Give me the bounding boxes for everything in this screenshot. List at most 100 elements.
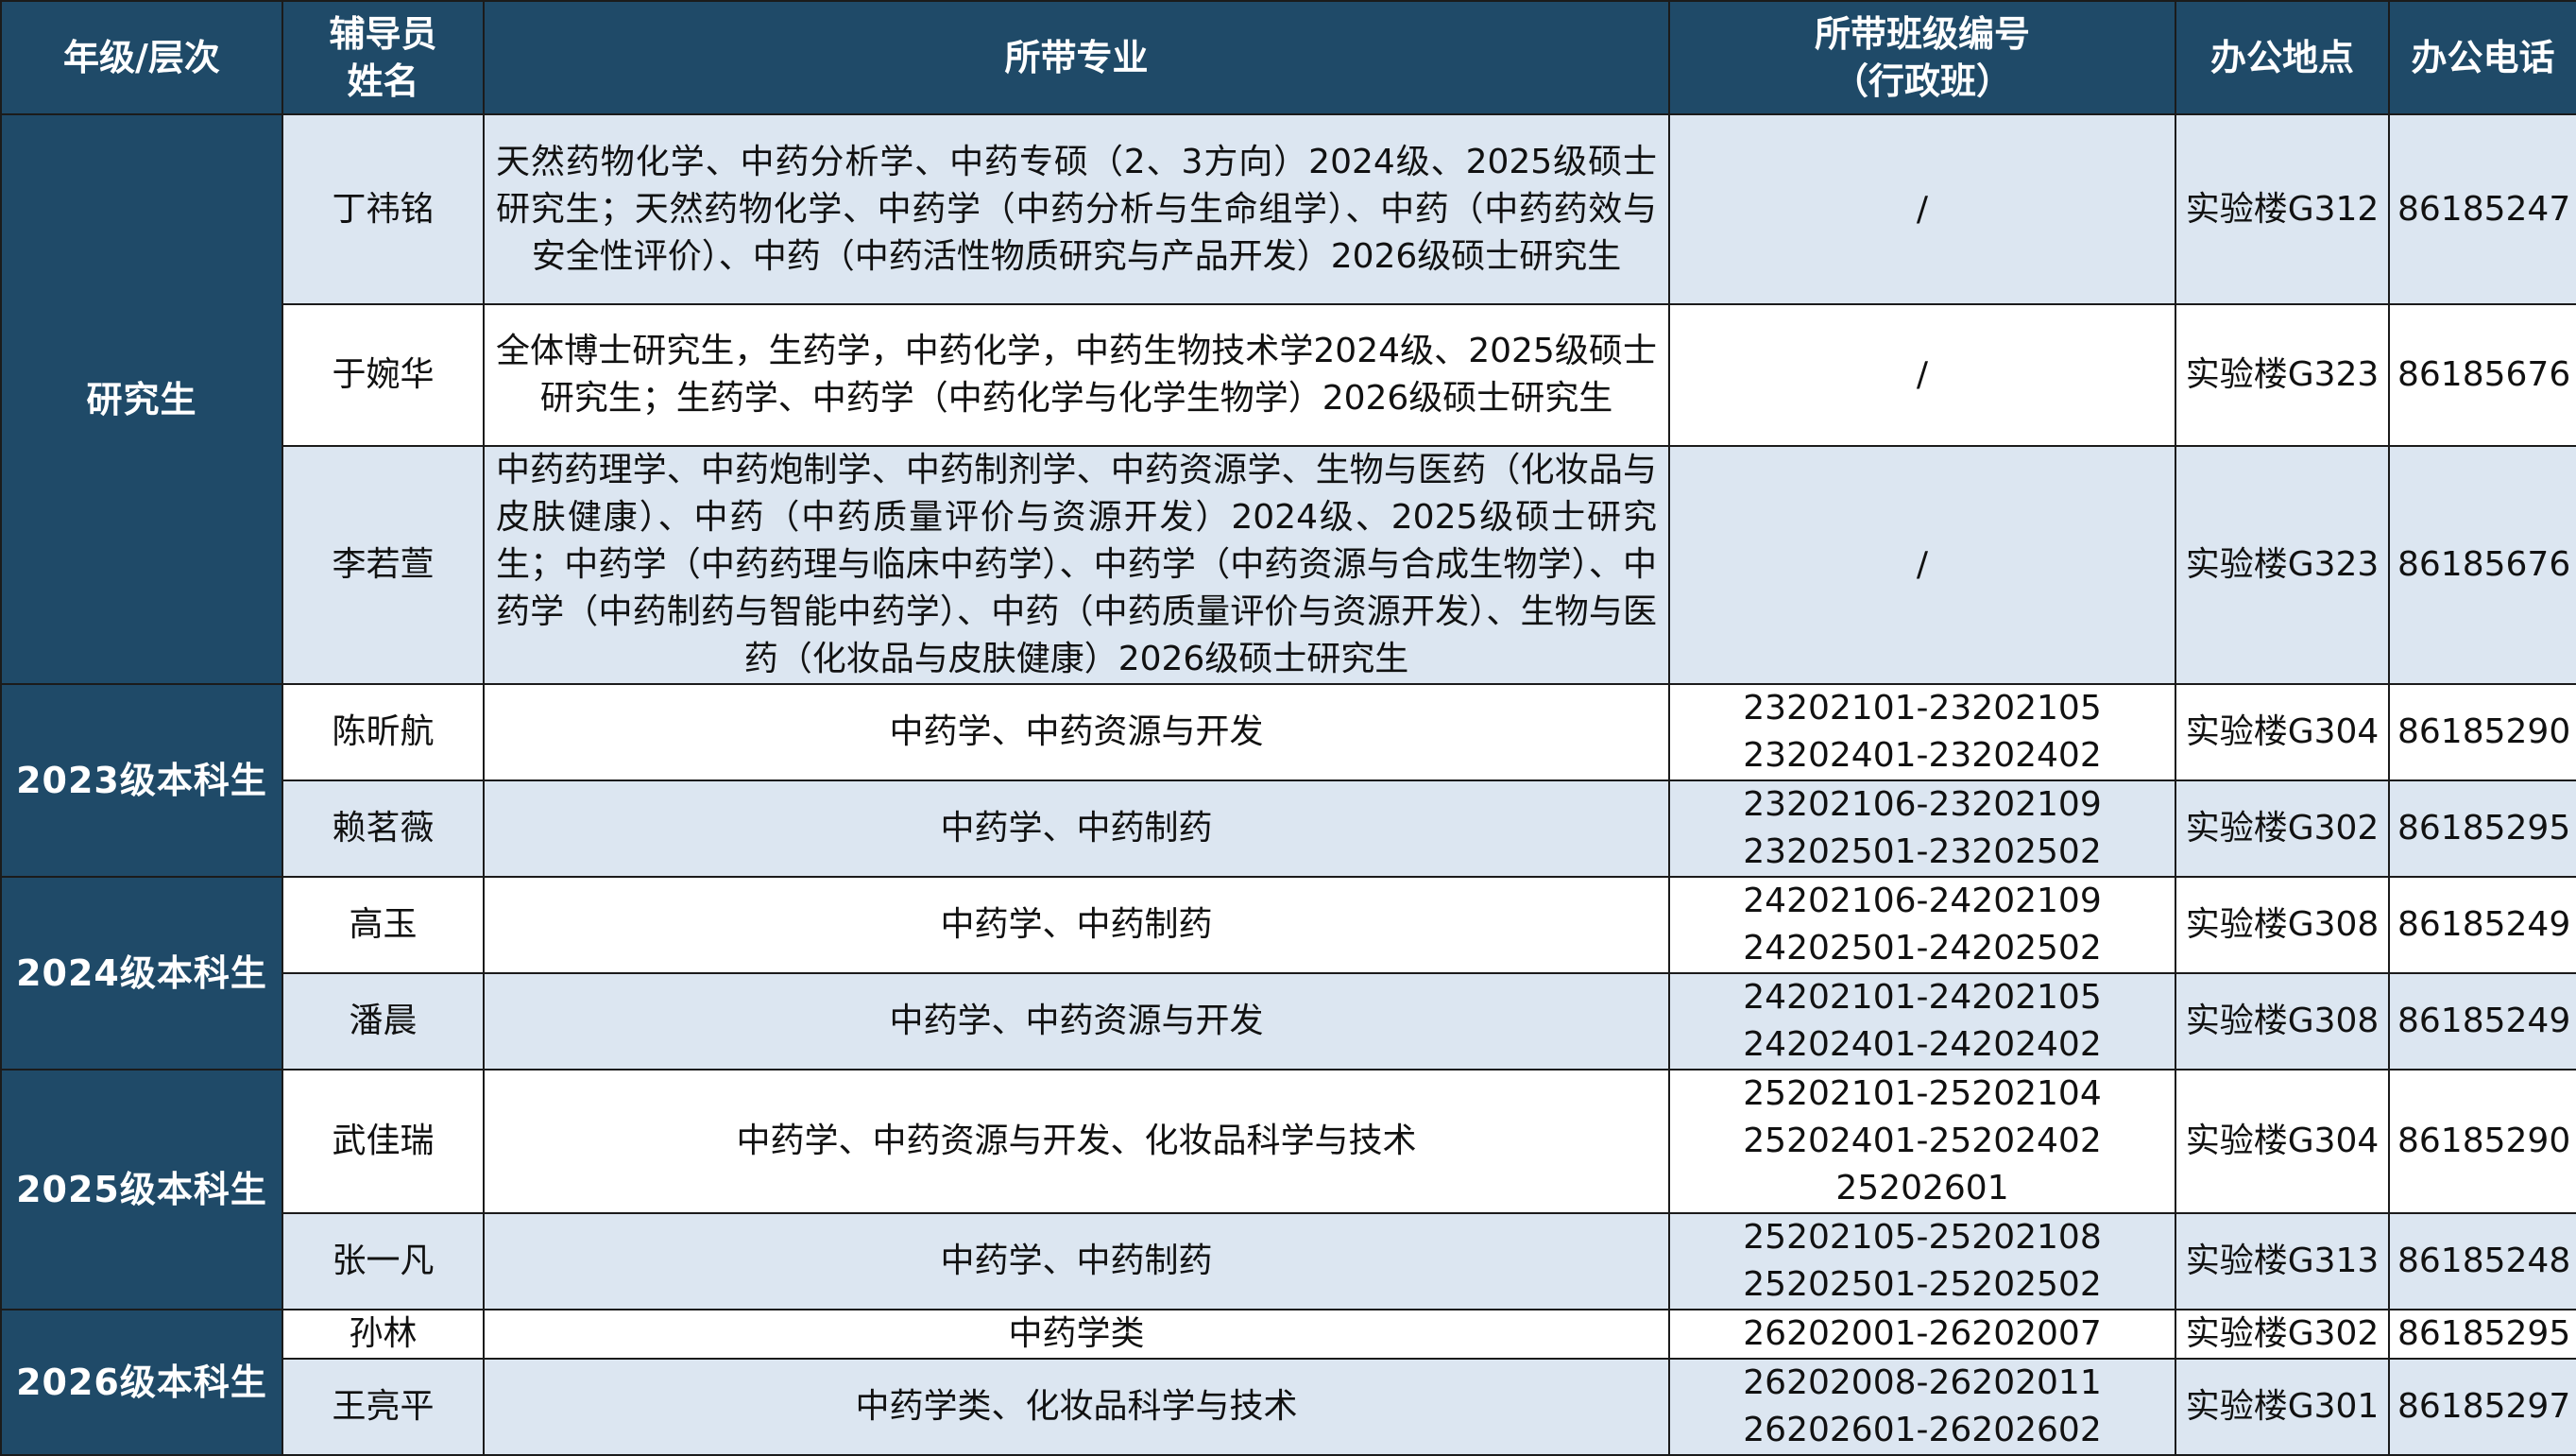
counselor-name: 潘晨 <box>281 972 485 1071</box>
office-cell: 实验楼G312 <box>2175 113 2390 305</box>
table-row: 2023级本科生 陈昕航 中药学、中药资源与开发 23202101-232021… <box>0 683 2576 878</box>
class-range: 23202501-23202502 <box>1743 832 2102 871</box>
office-cell: 实验楼G304 <box>2175 1069 2390 1214</box>
table-row: 王亮平 中药学类、化妆品科学与技术 26202008-26202011 2620… <box>1 1358 2576 1456</box>
table-row: 2024级本科生 高玉 中药学、中药制药 24202106-24202109 2… <box>0 876 2576 1071</box>
header-class: 所带班级编号 （行政班） <box>1668 0 2176 115</box>
phone-cell: 86185290 <box>2388 683 2576 781</box>
office-cell: 实验楼G302 <box>2175 779 2390 878</box>
phone-cell: 86185676 <box>2388 303 2576 447</box>
counselor-name: 高玉 <box>281 876 485 974</box>
phone-cell: 86185290 <box>2388 1069 2576 1214</box>
header-name-line2: 姓名 <box>347 60 419 102</box>
level-cell: 2025级本科生 <box>0 1069 283 1310</box>
header-class-line1: 所带班级编号 <box>1814 13 2030 55</box>
class-range: 24202101-24202105 <box>1743 978 2102 1017</box>
counselor-name: 李若萱 <box>281 445 485 685</box>
header-level: 年级/层次 <box>0 0 283 115</box>
class-range: 25202401-25202402 <box>1743 1122 2102 1160</box>
class-cell: 24202101-24202105 24202401-24202402 <box>1668 972 2176 1071</box>
class-range: 23202106-23202109 <box>1743 785 2102 824</box>
counselor-name: 孙林 <box>281 1309 485 1360</box>
class-range: 25202601 <box>1835 1169 2009 1208</box>
class-range: 26202001-26202007 <box>1743 1314 2102 1353</box>
phone-cell: 86185248 <box>2388 1212 2576 1310</box>
counselor-name: 张一凡 <box>281 1212 485 1310</box>
header-class-line2: （行政班） <box>1832 60 2012 102</box>
table-row: 张一凡 中药学、中药制药 25202105-25202108 25202501-… <box>1 1212 2576 1310</box>
office-cell: 实验楼G323 <box>2175 303 2390 447</box>
class-range: / <box>1916 545 1929 584</box>
major-cell: 中药药理学、中药炮制学、中药制剂学、中药资源学、生物与医药（化妆品与皮肤健康）、… <box>483 445 1670 685</box>
class-cell: 23202101-23202105 23202401-23202402 <box>1668 683 2176 781</box>
office-cell: 实验楼G304 <box>2175 683 2390 781</box>
header-office: 办公地点 <box>2175 0 2390 115</box>
phone-cell: 86185676 <box>2388 445 2576 685</box>
table-row: 2025级本科生 武佳瑞 中药学、中药资源与开发、化妆品科学与技术 252021… <box>0 1069 2576 1310</box>
office-cell: 实验楼G323 <box>2175 445 2390 685</box>
table-row: 研究生 丁祎铭 天然药物化学、中药分析学、中药专硕（2、3方向）2024级、20… <box>0 113 2576 685</box>
level-cell: 2024级本科生 <box>0 876 283 1071</box>
class-range: 24202401-24202402 <box>1743 1025 2102 1064</box>
counselor-name: 于婉华 <box>281 303 485 447</box>
class-range: 23202101-23202105 <box>1743 689 2102 728</box>
phone-cell: 86185249 <box>2388 876 2576 974</box>
major-cell: 全体博士研究生，生药学，中药化学，中药生物技术学2024级、2025级硕士研究生… <box>483 303 1670 447</box>
level-cell: 研究生 <box>0 113 283 685</box>
counselor-name: 赖茗薇 <box>281 779 485 878</box>
table-row: 于婉华 全体博士研究生，生药学，中药化学，中药生物技术学2024级、2025级硕… <box>1 303 2576 447</box>
major-cell: 中药学、中药制药 <box>483 876 1670 974</box>
major-cell: 中药学类、化妆品科学与技术 <box>483 1358 1670 1456</box>
major-cell: 天然药物化学、中药分析学、中药专硕（2、3方向）2024级、2025级硕士研究生… <box>483 113 1670 305</box>
class-range: 25202105-25202108 <box>1743 1218 2102 1257</box>
major-cell: 中药学、中药资源与开发、化妆品科学与技术 <box>483 1069 1670 1214</box>
level-cell: 2023级本科生 <box>0 683 283 878</box>
class-range: 24202106-24202109 <box>1743 882 2102 920</box>
class-cell: 23202106-23202109 23202501-23202502 <box>1668 779 2176 878</box>
counselor-name: 陈昕航 <box>281 683 485 781</box>
class-cell: 24202106-24202109 24202501-24202502 <box>1668 876 2176 974</box>
major-cell: 中药学类 <box>483 1309 1670 1360</box>
class-cell: 25202101-25202104 25202401-25202402 2520… <box>1668 1069 2176 1214</box>
table-row: 赖茗薇 中药学、中药制药 23202106-23202109 23202501-… <box>1 779 2576 878</box>
major-cell: 中药学、中药资源与开发 <box>483 972 1670 1071</box>
class-range: 26202601-26202602 <box>1743 1411 2102 1449</box>
office-cell: 实验楼G301 <box>2175 1358 2390 1456</box>
counselor-name: 王亮平 <box>281 1358 485 1456</box>
class-range: 25202101-25202104 <box>1743 1074 2102 1113</box>
class-range: / <box>1916 189 1929 229</box>
header-row: 年级/层次 辅导员 姓名 所带专业 所带班级编号 （行政班） 办公地点 办公电话 <box>0 0 2576 115</box>
phone-cell: 86185295 <box>2388 1309 2576 1360</box>
office-cell: 实验楼G308 <box>2175 972 2390 1071</box>
class-cell: 25202105-25202108 25202501-25202502 <box>1668 1212 2176 1310</box>
phone-cell: 86185247 <box>2388 113 2576 305</box>
phone-cell: 86185249 <box>2388 972 2576 1071</box>
office-cell: 实验楼G302 <box>2175 1309 2390 1360</box>
phone-cell: 86185295 <box>2388 779 2576 878</box>
header-major: 所带专业 <box>483 0 1670 115</box>
phone-cell: 86185297 <box>2388 1358 2576 1456</box>
table-row: 潘晨 中药学、中药资源与开发 24202101-24202105 2420240… <box>1 972 2576 1071</box>
class-range: 24202501-24202502 <box>1743 929 2102 968</box>
level-cell: 2026级本科生 <box>0 1309 283 1456</box>
class-range: / <box>1916 355 1929 394</box>
header-name: 辅导员 姓名 <box>281 0 485 115</box>
office-cell: 实验楼G313 <box>2175 1212 2390 1310</box>
class-range: 26202008-26202011 <box>1743 1363 2102 1402</box>
counselor-name: 丁祎铭 <box>281 113 485 305</box>
major-cell: 中药学、中药制药 <box>483 1212 1670 1310</box>
class-cell: / <box>1668 303 2176 447</box>
major-cell: 中药学、中药资源与开发 <box>483 683 1670 781</box>
class-range: 25202501-25202502 <box>1743 1265 2102 1304</box>
table-row: 2026级本科生 孙林 中药学类 26202001-26202007 实验楼G3… <box>0 1309 2576 1456</box>
header-phone: 办公电话 <box>2388 0 2576 115</box>
counselor-name: 武佳瑞 <box>281 1069 485 1214</box>
counselor-table: 年级/层次 辅导员 姓名 所带专业 所带班级编号 （行政班） 办公地点 办公电话… <box>0 0 2576 1456</box>
major-cell: 中药学、中药制药 <box>483 779 1670 878</box>
header-name-line1: 辅导员 <box>329 13 437 55</box>
class-range: 23202401-23202402 <box>1743 736 2102 775</box>
class-cell: 26202008-26202011 26202601-26202602 <box>1668 1358 2176 1456</box>
class-cell: / <box>1668 113 2176 305</box>
office-cell: 实验楼G308 <box>2175 876 2390 974</box>
table-row: 李若萱 中药药理学、中药炮制学、中药制剂学、中药资源学、生物与医药（化妆品与皮肤… <box>1 445 2576 685</box>
